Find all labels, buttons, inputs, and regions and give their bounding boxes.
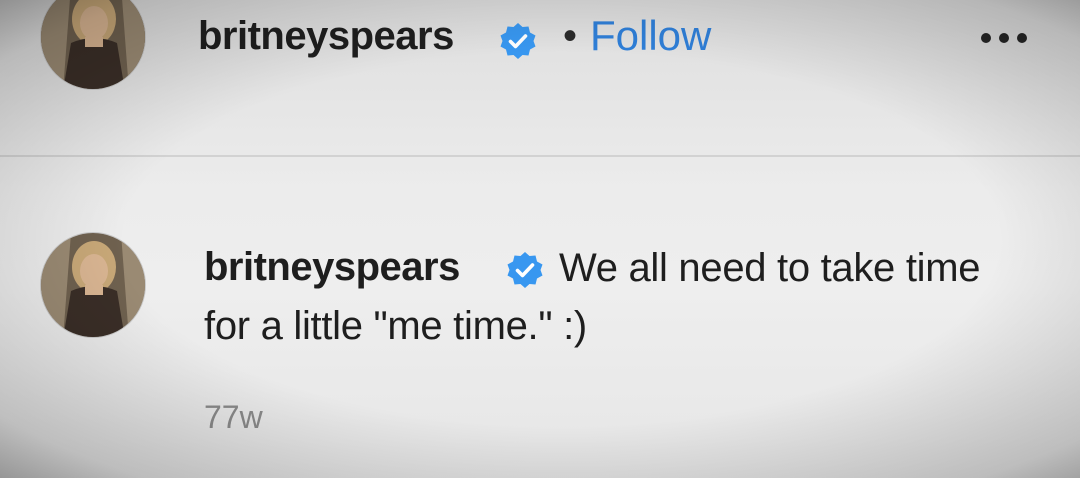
post-header: britneyspears • Follow [0, 0, 1080, 155]
verified-badge-icon [500, 23, 536, 59]
avatar-image [41, 233, 145, 337]
caption-username[interactable]: britneyspears [204, 245, 460, 290]
caption-text-line-2: for a little "me time." :) [204, 304, 587, 348]
caption-avatar[interactable] [40, 232, 146, 338]
separator-dot: • [563, 14, 578, 58]
follow-button[interactable]: Follow [590, 12, 711, 60]
caption-text-line-1: We all need to take time [559, 246, 981, 290]
header-divider [0, 155, 1080, 157]
avatar[interactable] [40, 0, 146, 90]
post-timestamp[interactable]: 77w [204, 399, 263, 436]
header-username[interactable]: britneyspears [198, 14, 454, 59]
more-options-icon[interactable] [976, 18, 1032, 58]
verified-badge-icon [507, 252, 543, 288]
post-screen: britneyspears • Follow britneyspears We … [0, 0, 1080, 478]
avatar-image [41, 0, 145, 89]
